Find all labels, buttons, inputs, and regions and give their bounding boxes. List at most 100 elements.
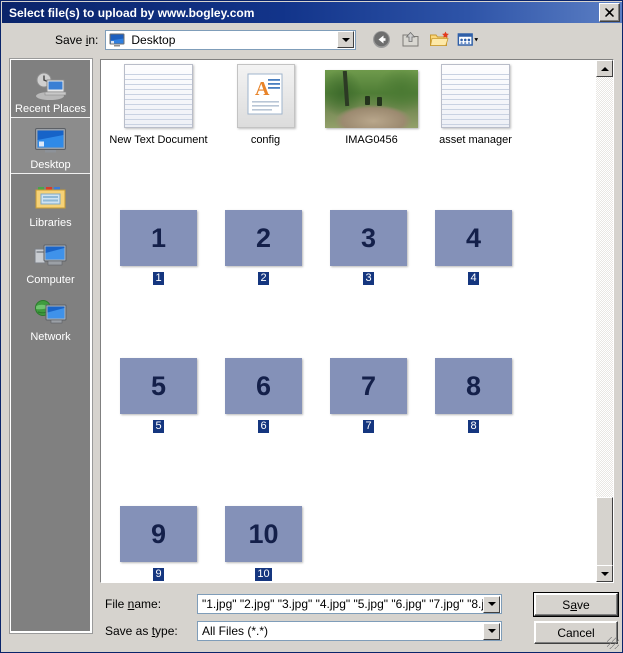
numbered-thumbnail: 10 [225, 506, 302, 562]
toolbar-buttons [370, 29, 479, 51]
file-grid: New Text Document A config IMAG0456 asse… [101, 60, 613, 582]
file-label: 6 [258, 420, 269, 433]
sidebar-item-recent-places[interactable]: Recent Places [11, 60, 90, 117]
up-folder-icon[interactable] [399, 29, 421, 51]
list-item[interactable]: 5 5 [106, 348, 211, 433]
list-item[interactable]: asset manager [423, 62, 528, 147]
file-thumbnail: 8 [435, 348, 512, 414]
window-title: Select file(s) to upload by www.bogley.c… [9, 5, 255, 20]
file-label: 10 [255, 568, 272, 581]
numbered-thumbnail: 6 [225, 358, 302, 414]
file-thumbnail: 5 [120, 348, 197, 414]
file-type-value: All Files (*.*) [202, 624, 269, 638]
file-thumbnail [124, 62, 193, 128]
sidebar-item-label: Libraries [29, 217, 72, 229]
file-label: 2 [258, 272, 269, 285]
file-thumbnail: 10 [225, 496, 302, 562]
sidebar-item-label: Recent Places [15, 103, 86, 115]
file-label: 1 [153, 272, 164, 285]
file-label: config [250, 134, 281, 146]
file-name-label: File name: [105, 597, 162, 611]
file-thumbnail: 7 [330, 348, 407, 414]
svg-text:A: A [255, 78, 270, 100]
sidebar-item-desktop[interactable]: Desktop [11, 117, 90, 174]
list-item[interactable]: 9 9 [106, 496, 211, 581]
chevron-down-icon[interactable] [483, 622, 500, 640]
save-button[interactable]: Sa ve [533, 592, 619, 617]
file-name-input[interactable]: "1.jpg" "2.jpg" "3.jpg" "4.jpg" "5.jpg" … [197, 594, 502, 614]
chevron-down-icon[interactable] [337, 31, 355, 48]
sidebar-item-libraries[interactable]: Libraries [11, 174, 90, 231]
file-label: IMAG0456 [345, 134, 398, 146]
list-item[interactable]: 1 1 [106, 200, 211, 285]
text-document-icon [124, 64, 193, 128]
file-thumbnail: 6 [225, 348, 302, 414]
libraries-icon [34, 185, 67, 216]
close-icon[interactable] [599, 3, 620, 22]
file-label: 9 [153, 568, 164, 581]
list-item[interactable]: 10 10 [211, 496, 316, 581]
photo-thumbnail [325, 70, 418, 128]
cancel-button[interactable]: Cancel [534, 621, 618, 644]
file-upload-dialog: Select file(s) to upload by www.bogley.c… [0, 0, 623, 653]
desktop-icon [109, 33, 125, 47]
file-label: 3 [363, 272, 374, 285]
file-label: 5 [153, 420, 164, 433]
chevron-down-icon[interactable] [483, 595, 500, 613]
file-label: 8 [468, 420, 479, 433]
file-list-pane[interactable]: New Text Document A config IMAG0456 asse… [100, 59, 614, 583]
list-item[interactable]: New Text Document [106, 62, 211, 147]
file-label: 4 [468, 272, 479, 285]
sidebar-item-label: Network [30, 331, 71, 343]
new-folder-icon[interactable] [428, 29, 450, 51]
file-label: 7 [363, 420, 374, 433]
recent-places-icon [34, 71, 67, 102]
file-label: asset manager [439, 134, 512, 146]
list-item[interactable]: 4 4 [421, 200, 526, 285]
list-item[interactable]: 3 3 [316, 200, 421, 285]
list-item[interactable]: 2 2 [211, 200, 316, 285]
network-icon [34, 299, 67, 330]
vertical-scrollbar[interactable] [596, 60, 613, 582]
sidebar-item-computer[interactable]: Computer [11, 231, 90, 288]
list-item[interactable]: IMAG0456 [319, 62, 424, 147]
desktop-icon [34, 127, 67, 158]
scroll-down-icon[interactable] [596, 565, 613, 582]
file-type-combobox[interactable]: All Files (*.*) [197, 621, 502, 641]
computer-icon [34, 242, 67, 273]
numbered-thumbnail: 3 [330, 210, 407, 266]
list-item[interactable]: A config [213, 62, 318, 147]
save-in-combobox[interactable]: Desktop [105, 29, 357, 50]
title-bar: Select file(s) to upload by www.bogley.c… [2, 2, 622, 23]
list-item[interactable]: 7 7 [316, 348, 421, 433]
file-name-row: File name: "1.jpg" "2.jpg" "3.jpg" "4.jp… [105, 594, 502, 614]
file-label: New Text Document [109, 134, 208, 146]
sidebar-item-network[interactable]: Network [11, 288, 90, 345]
scrollbar-thumb[interactable] [596, 497, 613, 567]
save-in-value: Desktop [131, 32, 176, 47]
scroll-up-icon[interactable] [596, 60, 613, 77]
file-name-value: "1.jpg" "2.jpg" "3.jpg" "4.jpg" "5.jpg" … [202, 597, 483, 611]
back-icon[interactable] [370, 29, 392, 51]
file-type-row: Save as type: All Files (*.*) [105, 621, 502, 641]
list-item[interactable]: 6 6 [211, 348, 316, 433]
toolbar: Save in: Desktop [2, 24, 622, 55]
file-thumbnail: 4 [435, 200, 512, 266]
sidebar-item-label: Desktop [30, 159, 71, 171]
resize-grip[interactable] [607, 637, 619, 649]
views-icon[interactable] [457, 29, 479, 51]
file-thumbnail: 3 [330, 200, 407, 266]
numbered-thumbnail: 2 [225, 210, 302, 266]
text-document-icon [441, 64, 510, 128]
file-thumbnail: 9 [120, 496, 197, 562]
file-type-label: Save as type: [105, 624, 178, 638]
sidebar-item-label: Computer [26, 274, 75, 286]
file-thumbnail [325, 62, 418, 128]
numbered-thumbnail: 8 [435, 358, 512, 414]
numbered-thumbnail: 7 [330, 358, 407, 414]
save-in-label: Save in: [55, 32, 99, 47]
config-document-icon: A [236, 64, 295, 128]
list-item[interactable]: 8 8 [421, 348, 526, 433]
file-thumbnail: A [236, 62, 295, 128]
places-sidebar: Recent Places Desktop Libraries Computer… [9, 58, 93, 634]
